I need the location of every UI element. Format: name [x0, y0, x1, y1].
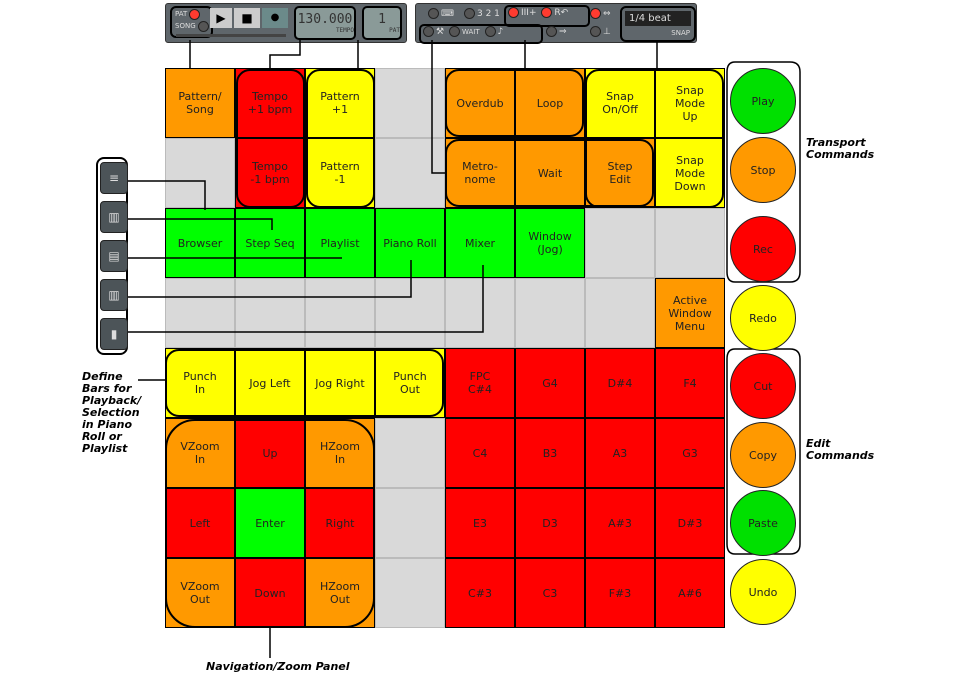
connector-mixer: [128, 265, 484, 333]
connector-metronome: [431, 40, 445, 174]
copy-button[interactable]: Copy: [730, 422, 796, 488]
define-bars-label: Define Bars for Playback/ Selection in P…: [82, 370, 142, 455]
stop-button[interactable]: Stop: [730, 137, 796, 203]
transport-commands-label: Transport Commands: [806, 136, 875, 161]
rec-button[interactable]: Rec: [730, 216, 796, 282]
connector-stepseq: [128, 218, 273, 230]
undo-button[interactable]: Undo: [730, 559, 796, 625]
cut-button[interactable]: Cut: [730, 353, 796, 419]
connector-browser: [128, 180, 206, 210]
navigation-zoom-label: Navigation/Zoom Panel: [206, 660, 350, 673]
connector-pianoroll: [128, 260, 412, 298]
paste-button[interactable]: Paste: [730, 490, 796, 556]
edit-commands-label: Edit Commands: [806, 437, 875, 462]
connector-lines: [128, 40, 801, 658]
connector-tempo: [269, 40, 301, 68]
redo-button[interactable]: Redo: [730, 285, 796, 351]
play-button[interactable]: Play: [730, 68, 796, 134]
